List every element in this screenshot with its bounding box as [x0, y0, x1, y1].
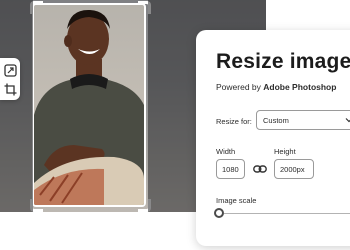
crop-mask-left: [0, 0, 33, 212]
image-scale-label: Image scale: [216, 196, 257, 205]
image-scale-thumb[interactable]: [214, 208, 224, 218]
chevron-down-icon: [345, 118, 350, 123]
portrait-image: [34, 9, 144, 205]
link-icon[interactable]: [253, 163, 267, 175]
powered-by-text: Powered by Adobe Photoshop: [216, 82, 336, 92]
width-label: Width: [216, 147, 236, 156]
panel-title: Resize image: [216, 50, 350, 73]
resize-for-value: Custom: [263, 116, 289, 125]
height-field[interactable]: 2000px: [274, 159, 314, 179]
crop-area[interactable]: [32, 3, 146, 207]
resize-for-label: Resize for:: [216, 117, 252, 126]
image-scale-track[interactable]: [224, 213, 350, 214]
height-label: Height: [274, 147, 296, 156]
resize-panel: Resize image Powered by Adobe Photoshop …: [196, 30, 350, 246]
tool-strip: [0, 58, 20, 100]
resize-for-select[interactable]: Custom: [256, 110, 350, 130]
width-field[interactable]: 1080: [216, 159, 245, 179]
crop-icon[interactable]: [2, 81, 18, 97]
powered-by-brand: Adobe Photoshop: [263, 82, 337, 92]
crop-aspect-icon[interactable]: [2, 62, 18, 78]
powered-by-prefix: Powered by: [216, 82, 264, 92]
